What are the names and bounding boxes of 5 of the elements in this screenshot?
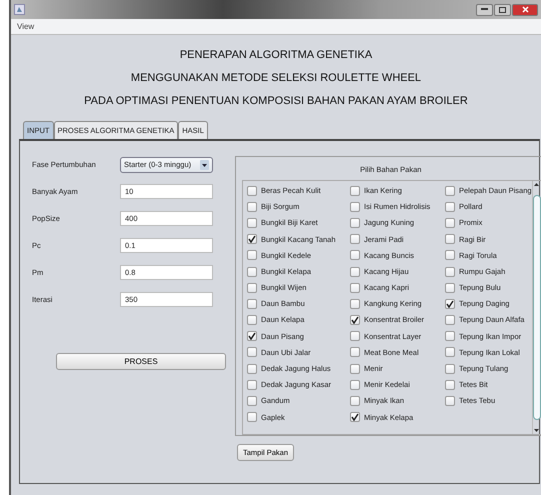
heading-text: PENERAPAN ALGORITMA GENETIKA — [180, 48, 372, 63]
proses-button[interactable]: PROSES — [56, 353, 226, 370]
heading-text: MENGGUNAKAN METODE SELEKSI ROULETTE WHEEL — [130, 71, 422, 86]
heading-text: PADA OPTIMASI PENENTUAN KOMPOSISI BAHAN PAKAN AYAM BROILER — [84, 94, 468, 109]
menu-item[interactable]: View — [11, 20, 40, 32]
